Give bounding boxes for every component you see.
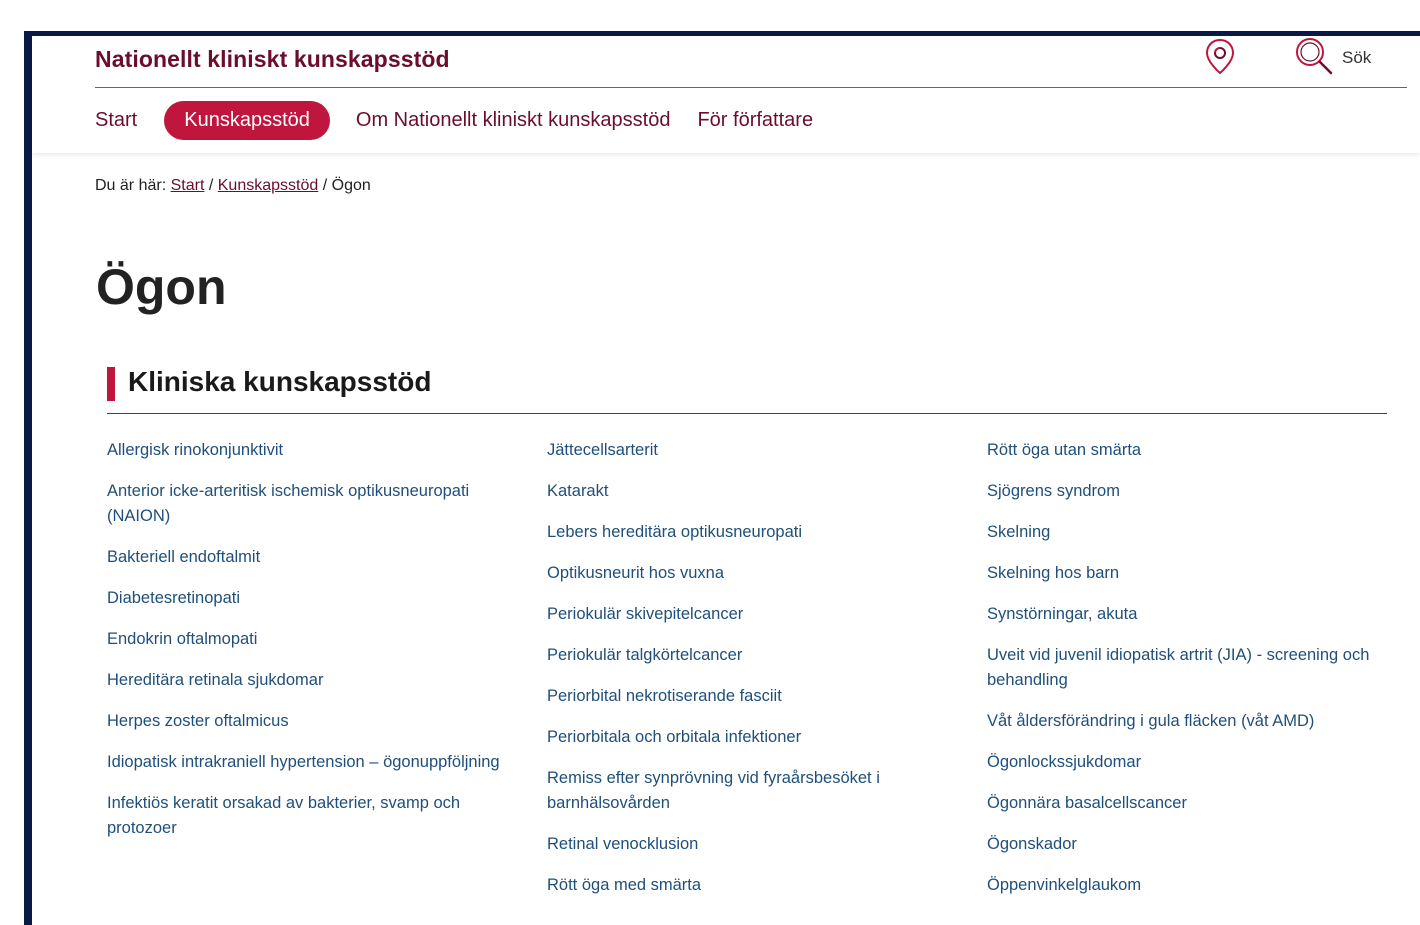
topic-link[interactable]: Ögonskador [987,832,1407,857]
topic-link[interactable]: Allergisk rinokonjunktivit [107,438,517,463]
breadcrumb-separator: / [322,177,328,194]
topic-link[interactable]: Anterior icke-arteritisk ischemisk optik… [107,479,517,529]
link-column-3: Rött öga utan smärta Sjögrens syndrom Sk… [987,438,1407,914]
link-column-2: Jättecellsarterit Katarakt Lebers heredi… [547,438,967,914]
topic-link[interactable]: Endokrin oftalmopati [107,627,517,652]
section-title: Kliniska kunskapsstöd [128,366,432,397]
topic-link[interactable]: Periorbitala och orbitala infektioner [547,725,967,750]
topic-link[interactable]: Remiss efter synprövning vid fyraårsbesö… [547,766,967,816]
nav-item-for-forfattare[interactable]: För författare [697,101,813,140]
section-divider [107,413,1387,414]
nav-item-start[interactable]: Start [95,101,137,140]
topic-link[interactable]: Diabetesretinopati [107,586,517,611]
topic-link[interactable]: Lebers hereditära optikusneuropati [547,520,967,545]
nav-item-om[interactable]: Om Nationellt kliniskt kunskapsstöd [356,101,671,140]
search-label: Sök [1342,48,1372,67]
site-title-link[interactable]: Nationellt kliniskt kunskapsstöd [95,46,450,73]
topic-link[interactable]: Optikusneurit hos vuxna [547,561,967,586]
search-icon [1294,36,1334,81]
topic-link[interactable]: Skelning hos barn [987,561,1407,586]
header-divider [95,87,1407,88]
topic-link[interactable]: Jättecellsarterit [547,438,967,463]
window-frame-left [24,31,32,925]
topic-link[interactable]: Rött öga med smärta [547,873,967,898]
topic-link[interactable]: Periokulär talgkörtelcancer [547,643,967,668]
topic-link[interactable]: Synstörningar, akuta [987,602,1407,627]
topic-link[interactable]: Våt åldersförändring i gula fläcken (våt… [987,709,1407,734]
topic-link[interactable]: Rött öga utan smärta [987,438,1407,463]
breadcrumb: Du är här: Start / Kunskapsstöd / Ögon [95,177,371,195]
breadcrumb-prefix: Du är här: [95,177,167,194]
topic-link[interactable]: Herpes zoster oftalmicus [107,709,517,734]
link-column-1: Allergisk rinokonjunktivit Anterior icke… [107,438,517,857]
topic-link[interactable]: Infektiös keratit orsakad av bakterier, … [107,791,517,841]
map-pin-icon[interactable] [1204,38,1236,76]
breadcrumb-link-kunskapsstod[interactable]: Kunskapsstöd [218,177,319,194]
screen-top-margin [0,0,1420,31]
topic-link[interactable]: Ögonlockssjukdomar [987,750,1407,775]
site-header: Nationellt kliniskt kunskapsstöd Sök Sta… [32,36,1420,153]
topic-link[interactable]: Öppenvinkelglaukom [987,873,1407,898]
topic-link[interactable]: Uveit vid juvenil idiopatisk artrit (JIA… [987,643,1407,693]
main-nav: Start Kunskapsstöd Om Nationellt klinisk… [95,101,840,140]
topic-link[interactable]: Sjögrens syndrom [987,479,1407,504]
page-title: Ögon [96,259,227,315]
breadcrumb-current: Ögon [331,177,371,194]
topic-link[interactable]: Ögonnära basalcellscancer [987,791,1407,816]
section-accent-bar [107,367,115,401]
topic-link[interactable]: Bakteriell endoftalmit [107,545,517,570]
topic-link[interactable]: Retinal venocklusion [547,832,967,857]
topic-link[interactable]: Katarakt [547,479,967,504]
nav-item-kunskapsstod[interactable]: Kunskapsstöd [164,101,330,140]
search-button[interactable]: Sök [1294,36,1372,81]
breadcrumb-separator: / [208,177,214,194]
topic-link[interactable]: Skelning [987,520,1407,545]
topic-link[interactable]: Periokulär skivepitelcancer [547,602,967,627]
topic-link[interactable]: Periorbital nekrotiserande fasciit [547,684,967,709]
topic-link[interactable]: Hereditära retinala sjukdomar [107,668,517,693]
topic-link[interactable]: Idiopatisk intrakraniell hypertension – … [107,750,517,775]
breadcrumb-link-start[interactable]: Start [171,177,205,194]
